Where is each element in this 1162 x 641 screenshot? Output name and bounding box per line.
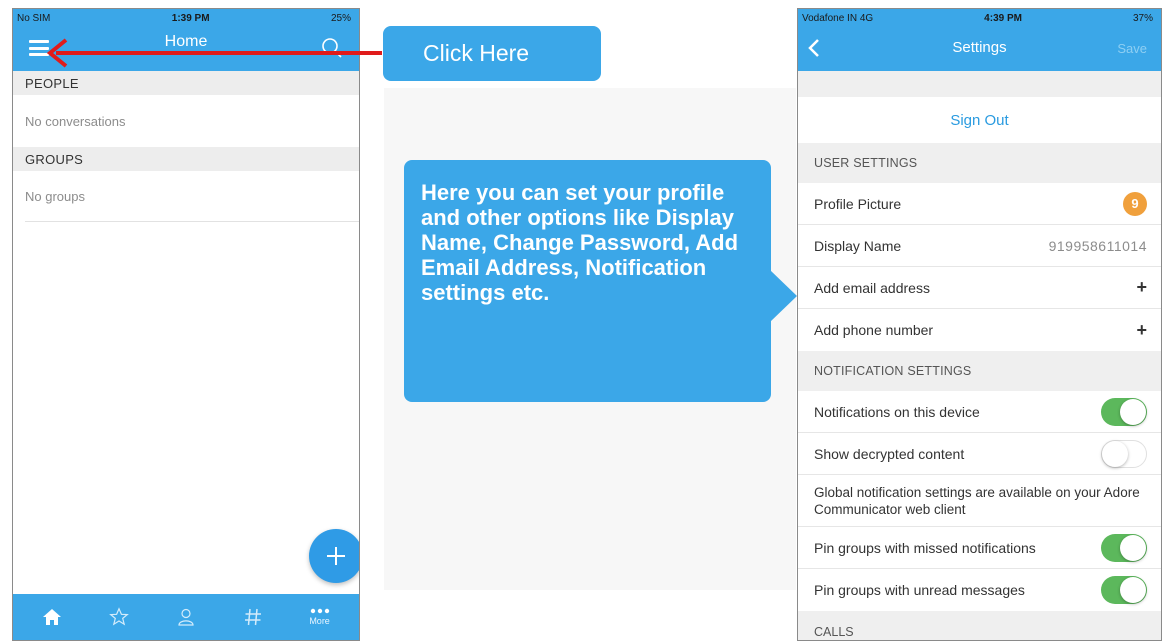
time-label: 1:39 PM bbox=[171, 12, 210, 24]
new-conversation-button[interactable] bbox=[309, 529, 359, 583]
divider bbox=[25, 221, 359, 222]
groups-empty-text: No groups bbox=[25, 188, 85, 204]
home-screen: No SIM 1:39 PM 25% Home PEOPLE No conver… bbox=[12, 8, 360, 641]
tab-people[interactable] bbox=[162, 594, 210, 640]
display-name-value[interactable]: 919958611014 bbox=[1049, 238, 1147, 254]
groups-section-header: GROUPS bbox=[13, 147, 359, 171]
carrier-label: No SIM bbox=[17, 12, 51, 24]
tab-more-label: More bbox=[309, 616, 330, 626]
show-decrypted-label: Show decrypted content bbox=[814, 445, 965, 462]
profile-picture-row[interactable]: Profile Picture 9 bbox=[798, 183, 1161, 225]
add-phone-row[interactable]: Add phone number + bbox=[798, 309, 1161, 351]
click-here-callout: Click Here bbox=[383, 26, 601, 81]
user-settings-header: USER SETTINGS bbox=[798, 143, 1161, 183]
pin-missed-row: Pin groups with missed notifications bbox=[798, 527, 1161, 569]
global-notification-text: Global notification settings are availab… bbox=[814, 484, 1140, 517]
red-pointer-arrow bbox=[46, 38, 382, 68]
show-decrypted-row: Show decrypted content bbox=[798, 433, 1161, 475]
person-icon bbox=[178, 608, 194, 626]
click-here-text: Click Here bbox=[423, 40, 530, 66]
people-section-header: PEOPLE bbox=[13, 71, 359, 95]
tab-favourites[interactable] bbox=[95, 594, 143, 640]
pin-unread-label: Pin groups with unread messages bbox=[814, 582, 1025, 598]
notifications-device-label: Notifications on this device bbox=[814, 403, 980, 420]
pin-unread-row: Pin groups with unread messages bbox=[798, 569, 1161, 611]
tab-rooms[interactable] bbox=[229, 594, 277, 640]
battery-label: 37% bbox=[1132, 12, 1153, 24]
avatar[interactable]: 9 bbox=[1123, 191, 1147, 216]
battery-label: 25% bbox=[330, 12, 351, 24]
info-callout-text: Here you can set your profile and other … bbox=[421, 180, 739, 305]
global-notification-note: Global notification settings are availab… bbox=[798, 475, 1161, 527]
profile-picture-label: Profile Picture bbox=[814, 195, 902, 212]
plus-icon[interactable]: + bbox=[1136, 277, 1147, 298]
notification-settings-header: NOTIFICATION SETTINGS bbox=[798, 351, 1161, 391]
pin-missed-toggle[interactable] bbox=[1101, 533, 1147, 562]
notifications-device-toggle[interactable] bbox=[1101, 397, 1147, 426]
spacer bbox=[798, 71, 1161, 97]
status-bar: Vodafone IN 4G 4:39 PM 37% bbox=[798, 9, 1161, 27]
plus-icon[interactable]: + bbox=[1136, 320, 1147, 341]
sign-out-button[interactable]: Sign Out bbox=[798, 97, 1161, 143]
save-button[interactable]: Save bbox=[1117, 41, 1147, 56]
more-icon bbox=[310, 608, 329, 614]
people-empty-text: No conversations bbox=[25, 113, 126, 129]
info-callout: Here you can set your profile and other … bbox=[404, 160, 797, 402]
add-email-label: Add email address bbox=[814, 279, 930, 296]
display-name-row[interactable]: Display Name 919958611014 bbox=[798, 225, 1161, 267]
add-phone-label: Add phone number bbox=[814, 322, 934, 338]
pin-missed-label: Pin groups with missed notifications bbox=[814, 539, 1036, 556]
settings-header: Settings Save bbox=[798, 27, 1161, 71]
status-bar: No SIM 1:39 PM 25% bbox=[13, 9, 359, 27]
add-email-row[interactable]: Add email address + bbox=[798, 267, 1161, 309]
time-label: 4:39 PM bbox=[984, 12, 1022, 24]
star-icon bbox=[109, 607, 130, 626]
hashtag-icon bbox=[244, 608, 261, 626]
tab-bar: More bbox=[13, 594, 359, 640]
pin-unread-toggle[interactable] bbox=[1101, 576, 1147, 604]
display-name-label: Display Name bbox=[814, 237, 902, 254]
page-title: Settings bbox=[952, 39, 1007, 56]
home-icon bbox=[43, 609, 62, 625]
carrier-label: Vodafone IN 4G bbox=[802, 12, 874, 24]
calls-section-header: CALLS bbox=[798, 611, 1161, 640]
show-decrypted-toggle[interactable] bbox=[1101, 439, 1147, 468]
settings-screen: Vodafone IN 4G 4:39 PM 37% Settings Save… bbox=[797, 8, 1162, 641]
notifications-device-row: Notifications on this device bbox=[798, 391, 1161, 433]
tab-more[interactable]: More bbox=[296, 594, 344, 640]
tab-home[interactable] bbox=[28, 594, 76, 640]
